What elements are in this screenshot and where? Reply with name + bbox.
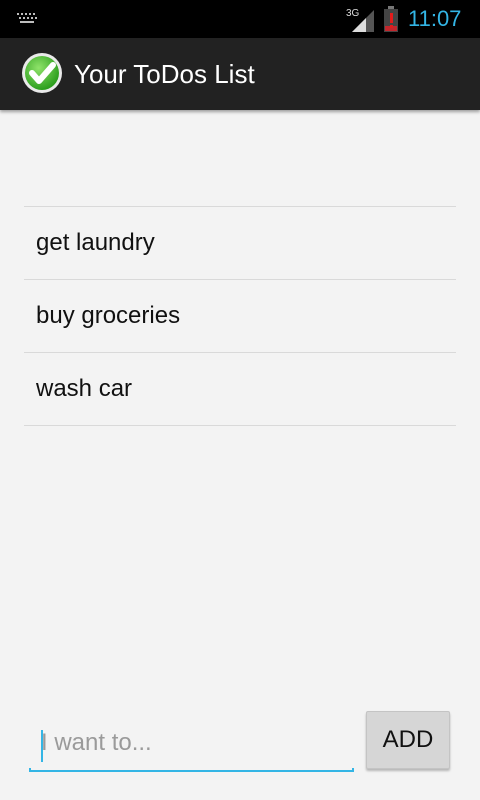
keyboard-icon (17, 13, 37, 23)
todo-label: buy groceries (36, 302, 181, 329)
checkmark-icon (22, 53, 62, 93)
todo-list: get laundry buy groceries wash car (24, 206, 456, 426)
input-underline (29, 768, 354, 772)
clock: 11:07 (408, 6, 462, 31)
list-item[interactable]: get laundry (24, 207, 456, 280)
app-title: Your ToDos List (74, 59, 255, 89)
status-bar: 3G 11:07 (0, 0, 480, 38)
signal-3g-icon: 3G (346, 8, 374, 32)
list-item[interactable]: wash car (24, 353, 456, 426)
network-type-label: 3G (346, 8, 360, 19)
todo-input[interactable] (29, 720, 354, 766)
list-item[interactable]: buy groceries (24, 280, 456, 353)
todo-label: get laundry (36, 229, 155, 256)
todo-label: wash car (36, 375, 133, 402)
battery-alert-icon (384, 6, 398, 32)
text-cursor (41, 730, 43, 762)
add-button[interactable]: ADD (366, 711, 450, 769)
action-bar: Your ToDos List (0, 38, 480, 110)
todo-input-container (29, 720, 354, 772)
